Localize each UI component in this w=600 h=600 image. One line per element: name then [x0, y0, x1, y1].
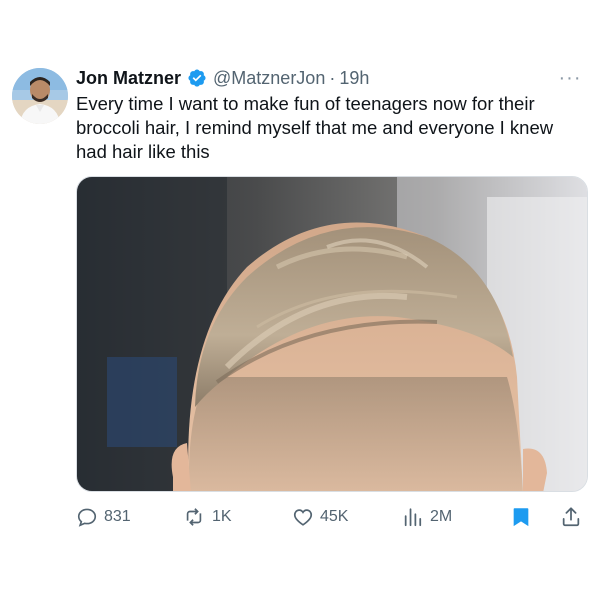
avatar[interactable]	[12, 68, 68, 124]
share-icon	[562, 507, 580, 527]
share-button[interactable]	[560, 500, 582, 534]
tweet-text-line: Every time I want to make fun of teenage…	[76, 93, 535, 114]
like-count: 45K	[320, 508, 349, 525]
bookmark-button[interactable]	[510, 500, 532, 534]
tweet-header: Jon Matzner @MatznerJon · 19h	[76, 66, 369, 90]
bookmark-icon	[513, 508, 529, 527]
author-name[interactable]: Jon Matzner	[76, 68, 181, 89]
views-chart-icon	[404, 508, 422, 527]
tweet-card[interactable]: Jon Matzner @MatznerJon · 19h ··· Every …	[0, 0, 600, 600]
haircut-photo	[77, 177, 587, 491]
heart-icon	[293, 509, 313, 526]
reply-count: 831	[104, 508, 131, 525]
separator-dot: ·	[329, 67, 336, 88]
tweet-text-line: broccoli hair, I remind myself that me a…	[76, 117, 554, 138]
tweet-timestamp[interactable]: 19h	[339, 68, 369, 89]
tweet-text-line: had hair like this	[76, 141, 210, 162]
author-handle[interactable]: @MatznerJon	[213, 68, 325, 89]
views-button[interactable]: 2M	[402, 500, 452, 534]
more-options-icon[interactable]: ···	[556, 67, 584, 89]
reply-icon	[77, 508, 97, 527]
view-count: 2M	[430, 508, 453, 525]
repost-button[interactable]: 1K	[182, 500, 232, 534]
verified-badge-icon	[187, 68, 207, 88]
repost-icon	[186, 508, 202, 526]
tweet-media-image[interactable]	[76, 176, 588, 492]
like-button[interactable]: 45K	[292, 500, 348, 534]
tweet-actions: 831 1K 45K 2M	[76, 500, 590, 534]
tweet-text: Every time I want to make fun of teenage…	[76, 92, 576, 164]
avatar-photo	[12, 68, 68, 124]
reply-button[interactable]: 831	[76, 500, 131, 534]
repost-count: 1K	[212, 508, 232, 525]
